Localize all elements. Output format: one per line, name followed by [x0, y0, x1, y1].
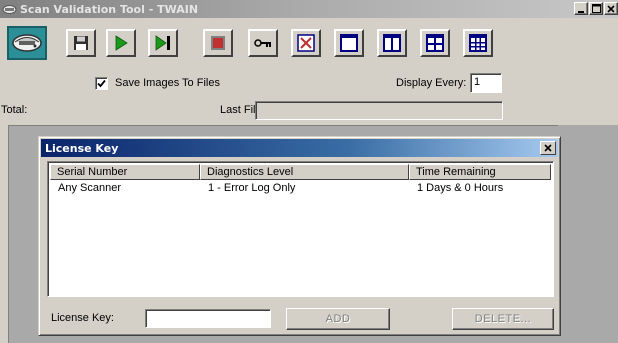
scanner-setup-button[interactable]	[7, 26, 47, 60]
save-images-label: Save Images To Files	[115, 77, 220, 89]
dialog-close-button[interactable]	[540, 141, 556, 155]
dual-view-button[interactable]	[377, 29, 407, 57]
start-button[interactable]	[106, 29, 136, 57]
license-list[interactable]: Serial Number Diagnostics Level Time Rem…	[47, 161, 554, 297]
license-key-label: License Key:	[51, 312, 114, 324]
scanner-app-icon	[2, 2, 18, 16]
play-icon	[115, 35, 128, 51]
checkmark-icon	[97, 79, 106, 88]
quad-pane-icon	[426, 34, 444, 52]
single-view-button[interactable]	[334, 29, 364, 57]
save-button[interactable]	[66, 29, 96, 57]
last-file-field	[255, 101, 503, 120]
maximize-button[interactable]	[589, 2, 603, 15]
image-display-area-right	[558, 125, 618, 343]
list-item[interactable]: Any Scanner 1 - Error Log Only 1 Days & …	[50, 181, 551, 196]
step-forward-icon	[155, 35, 170, 51]
close-button[interactable]	[604, 2, 618, 15]
license-key-input[interactable]	[145, 309, 271, 328]
list-header: Serial Number Diagnostics Level Time Rem…	[50, 164, 551, 180]
window-controls	[573, 2, 618, 15]
serial-number-cell: Any Scanner	[58, 182, 121, 194]
close-icon	[607, 4, 615, 13]
window-title-bar: Scan Validation Tool - TWAIN	[0, 0, 618, 18]
column-header-diagnostics-level[interactable]: Diagnostics Level	[200, 164, 409, 180]
floppy-disk-icon	[74, 36, 88, 50]
display-every-label: Display Every:	[396, 77, 467, 89]
dual-pane-icon	[383, 34, 401, 52]
add-button[interactable]: ADD	[286, 308, 390, 330]
column-header-time-remaining[interactable]: Time Remaining	[409, 164, 551, 180]
dialog-title-bar: License Key	[41, 139, 558, 157]
scan-one-button[interactable]	[148, 29, 178, 57]
window-title: Scan Validation Tool - TWAIN	[20, 2, 199, 16]
key-icon	[254, 39, 271, 47]
x-box-icon	[297, 34, 315, 52]
license-key-dialog: License Key Serial Number Diagnostics Le…	[38, 136, 561, 336]
scanner-icon	[12, 34, 42, 52]
save-images-checkbox[interactable]	[95, 77, 108, 90]
multi-view-button[interactable]	[463, 29, 493, 57]
options-row: Save Images To Files Display Every: 1	[0, 73, 618, 93]
close-icon	[544, 144, 552, 152]
delete-button[interactable]: DELETE...	[452, 308, 554, 330]
single-pane-icon	[340, 34, 358, 52]
time-remaining-cell: 1 Days & 0 Hours	[417, 182, 504, 194]
display-every-input[interactable]: 1	[470, 73, 502, 93]
toolbar	[0, 26, 618, 61]
dialog-title: License Key	[45, 141, 119, 155]
minimize-button[interactable]	[574, 2, 588, 15]
total-label: Total:	[1, 104, 28, 116]
diagnostics-level-cell: 1 - Error Log Only	[208, 182, 296, 194]
stop-icon	[211, 36, 225, 50]
no-display-button[interactable]	[291, 29, 321, 57]
stop-button[interactable]	[203, 29, 233, 57]
column-header-serial-number[interactable]: Serial Number	[50, 164, 200, 180]
license-key-button[interactable]	[248, 29, 278, 57]
quad-view-button[interactable]	[420, 29, 450, 57]
minimize-icon	[578, 10, 584, 13]
grid-pane-icon	[469, 34, 487, 52]
maximize-icon	[591, 4, 601, 13]
